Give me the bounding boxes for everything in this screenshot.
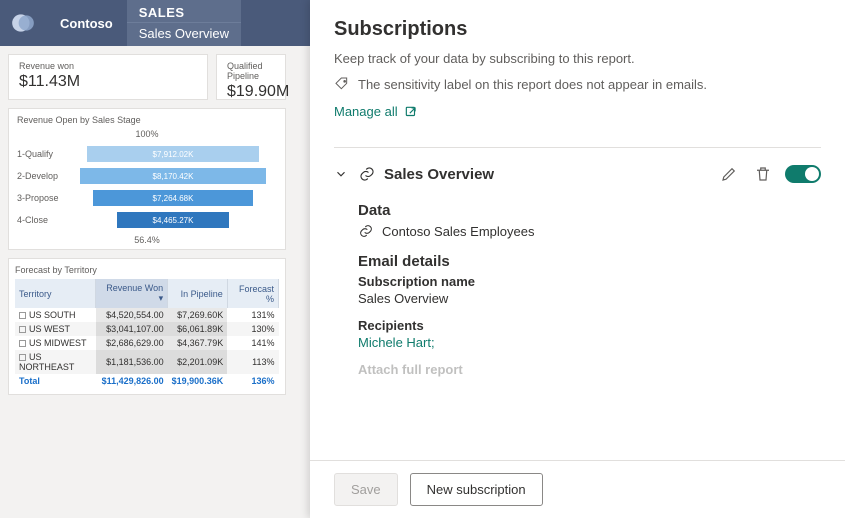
card-value: $11.43M — [19, 73, 197, 91]
table-row[interactable]: US NORTHEAST$1,181,536.00$2,201.09K113% — [15, 350, 279, 374]
bar-value: $7,264.68K — [93, 190, 253, 206]
pencil-icon — [720, 165, 738, 183]
data-binding-row: Contoso Sales Employees — [358, 223, 821, 239]
manage-all-link[interactable]: Manage all — [334, 104, 821, 119]
table-row[interactable]: US MIDWEST$2,686,629.00$4,367.79K141% — [15, 336, 279, 350]
logo-icon — [10, 10, 36, 36]
new-subscription-button[interactable]: New subscription — [410, 473, 543, 506]
save-button: Save — [334, 473, 398, 506]
chart-top-pct: 100% — [17, 129, 277, 139]
nav-section[interactable]: SALES — [127, 0, 241, 22]
subscription-header: Sales Overview — [334, 148, 821, 196]
link-icon — [358, 165, 376, 183]
card-value: $19.90M — [227, 83, 275, 101]
subscription-name-field: Subscription name Sales Overview — [358, 274, 821, 306]
open-external-icon — [404, 105, 418, 119]
delete-button[interactable] — [751, 162, 775, 186]
sort-desc-icon: ▾ — [159, 293, 164, 303]
col-territory[interactable]: Territory — [15, 279, 96, 308]
chart-title: Revenue Open by Sales Stage — [17, 115, 277, 125]
subscription-toggle[interactable] — [785, 165, 821, 183]
brand-name: Contoso — [46, 16, 127, 31]
bar-category: 2-Develop — [17, 171, 65, 181]
trash-icon — [754, 165, 772, 183]
forecast-table: Territory Revenue Won ▾ In Pipeline Fore… — [15, 279, 279, 388]
bar-category: 3-Propose — [17, 193, 65, 203]
table-forecast: Forecast by Territory Territory Revenue … — [8, 258, 286, 395]
col-forecast-pct[interactable]: Forecast % — [227, 279, 278, 308]
recipients-field: Recipients Michele Hart; — [358, 318, 821, 350]
chart-bar-row: 2-Develop $8,170.42K — [17, 165, 277, 187]
table-title: Forecast by Territory — [15, 265, 279, 275]
card-qualified-pipeline: Qualified Pipeline $19.90M — [216, 54, 286, 100]
nav-page[interactable]: Sales Overview — [127, 22, 241, 46]
nav-tabs: SALES Sales Overview — [127, 0, 241, 46]
card-title: Qualified Pipeline — [227, 61, 275, 81]
edit-button[interactable] — [717, 162, 741, 186]
bar-category: 1-Qualify — [17, 149, 65, 159]
bar-value: $8,170.42K — [80, 168, 266, 184]
panel-subtitle: Keep track of your data by subscribing t… — [334, 51, 821, 66]
bar-value: $4,465.27K — [117, 212, 229, 228]
email-details-label: Email details — [358, 253, 821, 270]
subscription-title-row[interactable]: Sales Overview — [358, 165, 707, 183]
table-row[interactable]: US WEST$3,041,107.00$6,061.89K130% — [15, 322, 279, 336]
attach-full-report-label: Attach full report — [358, 362, 821, 377]
recipient-chip[interactable]: Michele Hart; — [358, 335, 821, 350]
bar-value: $7,912.02K — [87, 146, 259, 162]
col-in-pipeline[interactable]: In Pipeline — [168, 279, 228, 308]
chart-bar-row: 1-Qualify $7,912.02K — [17, 143, 277, 165]
chart-bar-row: 4-Close $4,465.27K — [17, 209, 277, 231]
app-logo — [0, 0, 46, 46]
col-revenue-won[interactable]: Revenue Won ▾ — [96, 279, 168, 308]
card-revenue-won: Revenue won $11.43M — [8, 54, 208, 100]
data-section-label: Data — [358, 202, 821, 219]
table-total-row: Total$11,429,826.00$19,900.36K136% — [15, 374, 279, 388]
link-icon — [358, 223, 374, 239]
report-canvas: Revenue won $11.43M Qualified Pipeline $… — [0, 46, 310, 403]
card-title: Revenue won — [19, 61, 197, 71]
chevron-down-icon[interactable] — [334, 167, 348, 181]
subscriptions-panel: Subscriptions Keep track of your data by… — [310, 0, 845, 518]
panel-footer: Save New subscription — [310, 460, 845, 518]
chart-revenue-open: Revenue Open by Sales Stage 100% 1-Quali… — [8, 108, 286, 250]
tag-icon — [334, 76, 350, 92]
sensitivity-note: The sensitivity label on this report doe… — [334, 76, 821, 92]
panel-title: Subscriptions — [334, 18, 821, 41]
chart-bar-row: 3-Propose $7,264.68K — [17, 187, 277, 209]
table-row[interactable]: US SOUTH$4,520,554.00$7,269.60K131% — [15, 308, 279, 322]
chart-bottom-pct: 56.4% — [17, 235, 277, 245]
bar-category: 4-Close — [17, 215, 65, 225]
